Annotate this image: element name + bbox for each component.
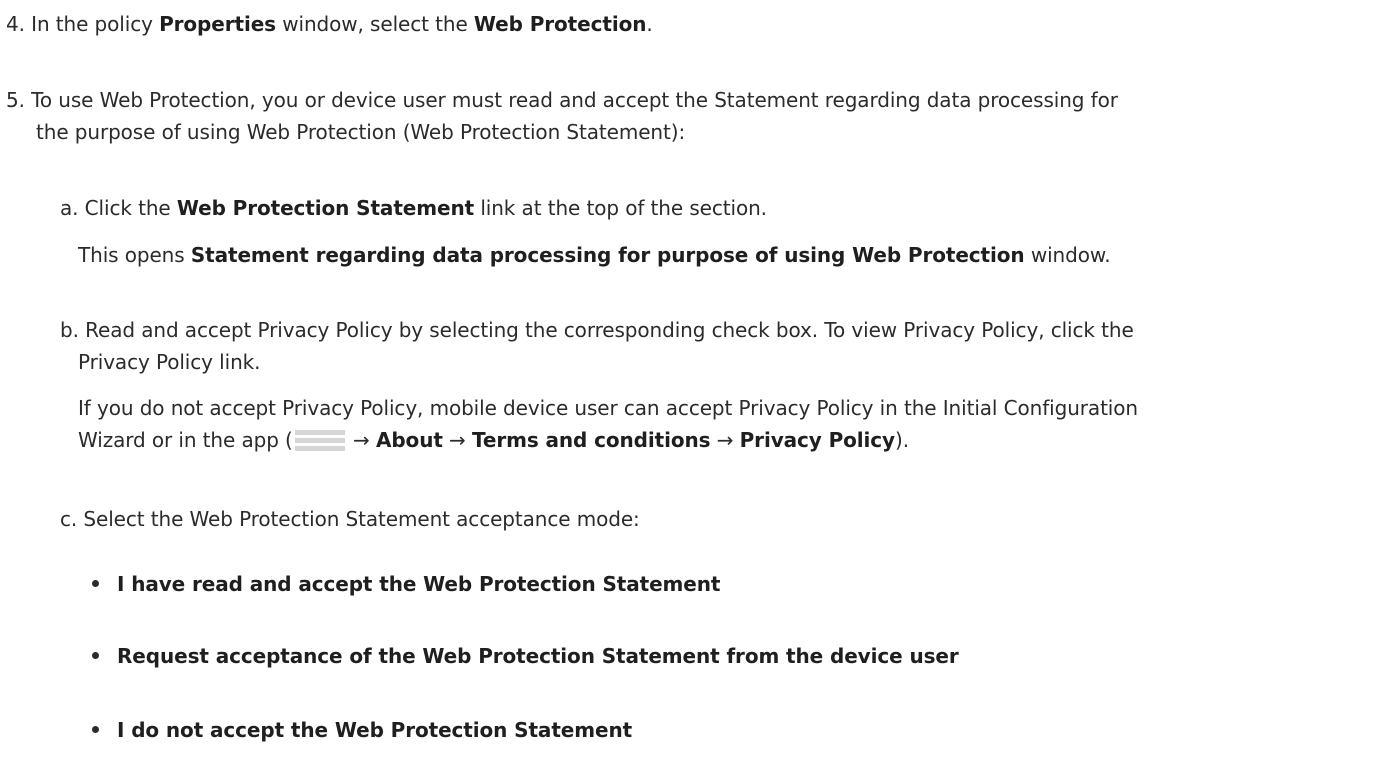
sub-step-c-intro: c. Select the Web Protection Statement a… xyxy=(60,507,640,531)
properties-label: Properties xyxy=(159,12,276,36)
opens-prefix: This opens xyxy=(78,243,191,267)
sub-step-a: a. Click the Web Protection Statement li… xyxy=(60,194,767,222)
note-prefix: Wizard or in the app ( xyxy=(78,428,293,452)
about-menu-item: About xyxy=(375,428,443,452)
option-accept: I have read and accept the Web Protectio… xyxy=(117,572,721,596)
sub-step-b-note-line-1: If you do not accept Privacy Policy, mob… xyxy=(78,396,1138,420)
arrow-2: → xyxy=(442,428,472,452)
hamburger-menu-icon xyxy=(294,430,345,451)
sub-step-b-line-1: b. Read and accept Privacy Policy by sel… xyxy=(60,318,1134,342)
step-4-suffix: . xyxy=(646,12,653,36)
step-4: 4. In the policy Properties window, sele… xyxy=(6,10,653,38)
bullet-icon xyxy=(92,726,99,733)
statement-window-name: Statement regarding data processing for … xyxy=(190,243,1025,267)
sub-step-b-note-line-2: Wizard or in the app ( → About → Terms a… xyxy=(78,426,909,454)
step-5-line-1: 5. To use Web Protection, you or device … xyxy=(6,88,1118,112)
option-decline: I do not accept the Web Protection State… xyxy=(117,718,633,742)
option-request: Request acceptance of the Web Protection… xyxy=(117,644,959,668)
sub-step-a-result: This opens Statement regarding data proc… xyxy=(78,241,1111,269)
sub-step-a-suffix: link at the top of the section. xyxy=(474,196,767,220)
note-suffix: ). xyxy=(895,428,909,452)
bullet-icon xyxy=(92,652,99,659)
privacy-policy-menu-item: Privacy Policy xyxy=(739,428,895,452)
sub-step-b-line-2: Privacy Policy link. xyxy=(78,350,261,374)
terms-menu-item: Terms and conditions xyxy=(471,428,711,452)
arrow-1: → xyxy=(346,428,376,452)
web-protection-label: Web Protection xyxy=(473,12,647,36)
arrow-3: → xyxy=(710,428,740,452)
sub-step-a-prefix: a. Click the xyxy=(60,196,177,220)
step-5-line-2: the purpose of using Web Protection (Web… xyxy=(36,120,686,144)
bullet-icon xyxy=(92,580,99,587)
step-4-middle: window, select the xyxy=(276,12,474,36)
web-protection-statement-link: Web Protection Statement xyxy=(176,196,475,220)
opens-suffix: window. xyxy=(1024,243,1111,267)
step-4-prefix: 4. In the policy xyxy=(6,12,160,36)
